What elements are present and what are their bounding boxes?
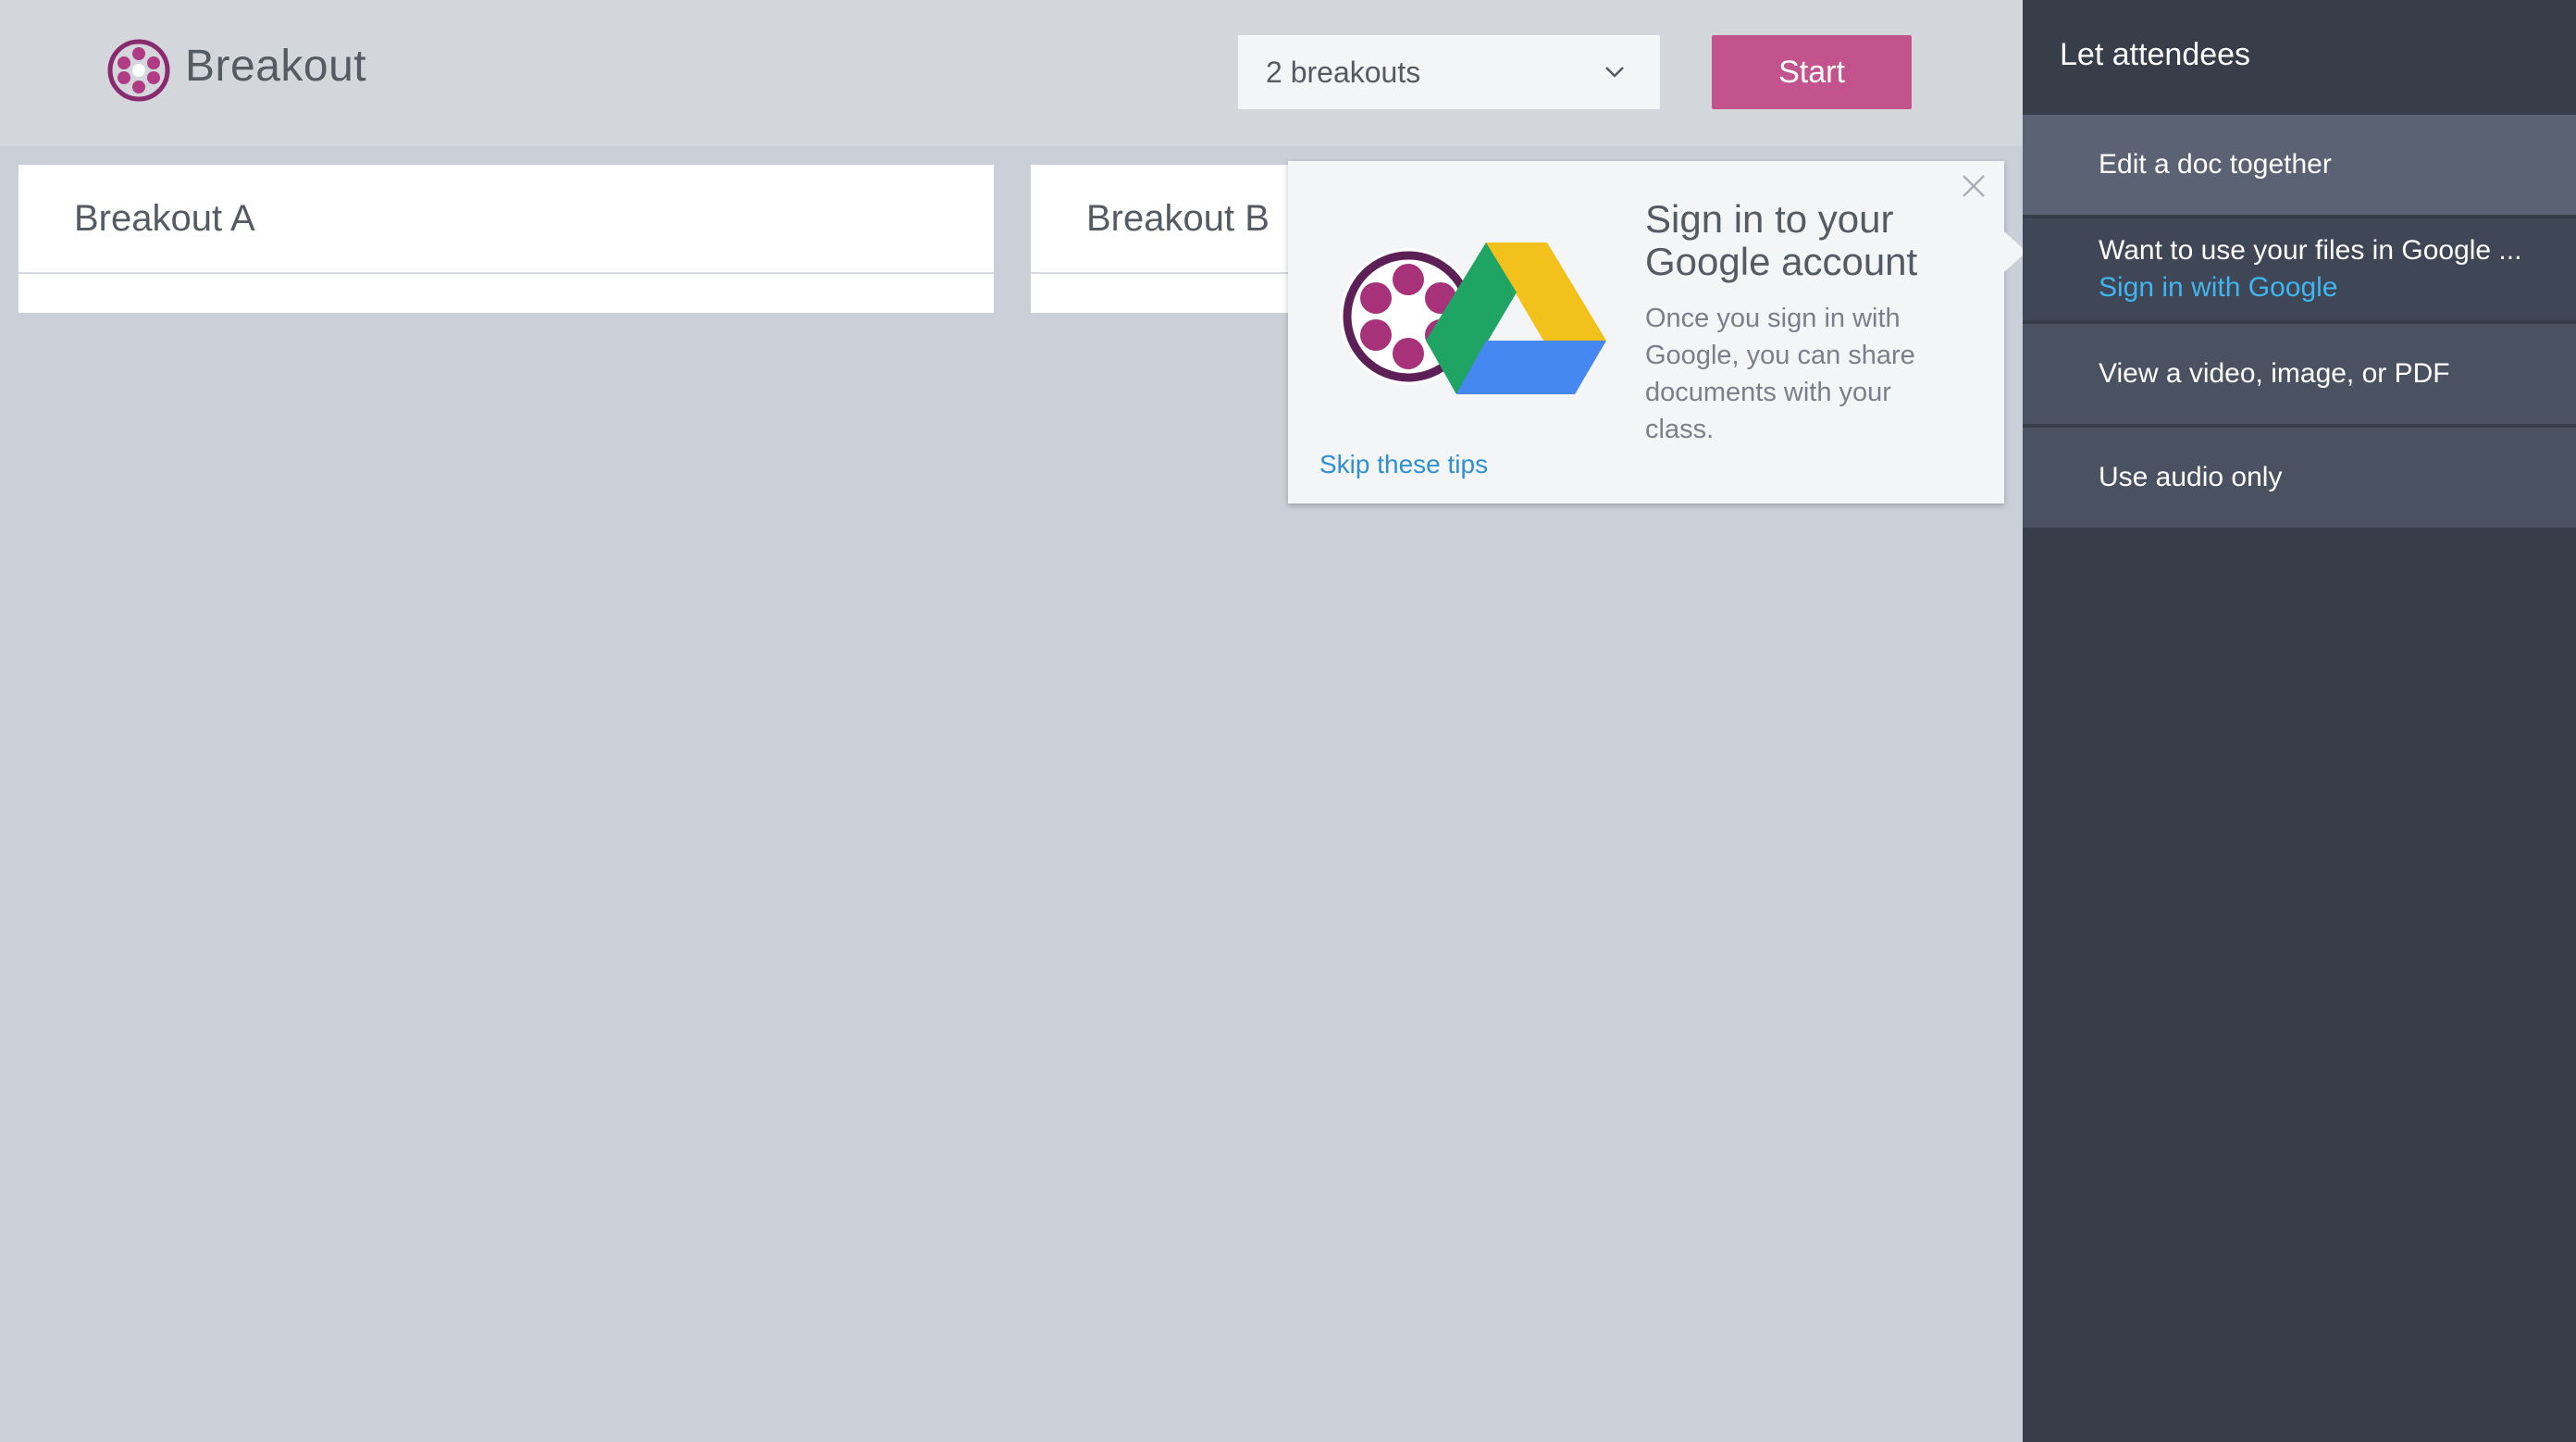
close-icon[interactable] (1960, 172, 1988, 200)
sign-in-google-link[interactable]: Sign in with Google (2099, 272, 2576, 304)
breakout-count-select[interactable]: 2 breakouts (1238, 35, 1660, 109)
skip-tips-link[interactable]: Skip these tips (1319, 450, 1488, 479)
breakout-card-a: Breakout A (19, 165, 994, 313)
option-google-files[interactable]: Want to use your files in Google ... Sig… (2023, 218, 2576, 320)
app-title: Breakout (185, 42, 367, 91)
option-label: Use audio only (2099, 462, 2283, 492)
start-button[interactable]: Start (1712, 35, 1912, 109)
option-view-media[interactable]: View a video, image, or PDF (2023, 324, 2576, 424)
tip-title: Sign in to your Google account (1645, 197, 1918, 283)
option-label: Want to use your files in Google ... (2099, 235, 2522, 266)
panel-title: Let attendees (2060, 37, 2251, 72)
tip-body: Once you sign in with Google, you can sh… (1645, 304, 1915, 444)
option-label: Edit a doc together (2099, 149, 2332, 180)
attendee-options-panel: Let attendees Edit a doc together Want t… (2023, 0, 2576, 1442)
top-bar: Breakout 2 breakouts Start (0, 0, 2023, 146)
chevron-down-icon (1605, 67, 1624, 78)
option-edit-doc[interactable]: Edit a doc together (2023, 115, 2576, 215)
breakout-and-drive-icon (1340, 242, 1606, 394)
option-audio-only[interactable]: Use audio only (2023, 428, 2576, 528)
select-value: 2 breakouts (1266, 55, 1421, 89)
breakout-name[interactable]: Breakout A (19, 165, 994, 274)
breakout-logo-icon (107, 39, 170, 102)
option-label: View a video, image, or PDF (2099, 358, 2450, 389)
